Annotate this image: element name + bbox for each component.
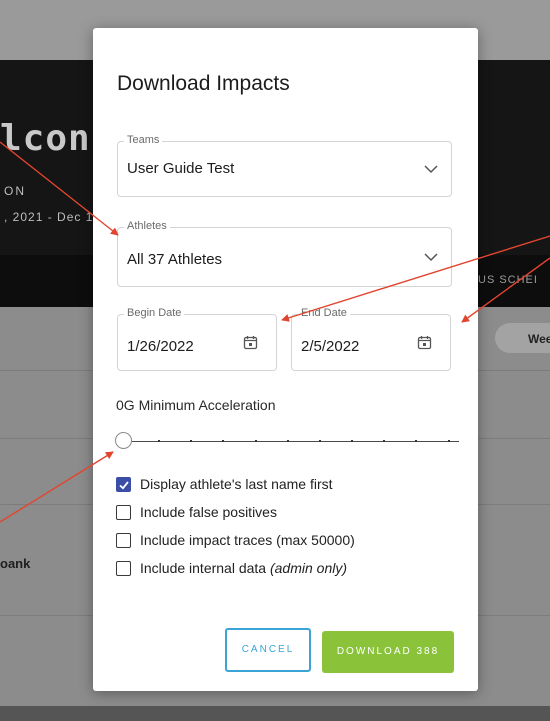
chevron-down-icon	[424, 165, 438, 174]
admin-only-note: (admin only)	[269, 560, 348, 576]
checkbox[interactable]	[116, 477, 131, 492]
background-subtitle: ON	[4, 184, 26, 198]
checkbox[interactable]	[116, 561, 131, 576]
chevron-down-icon	[424, 253, 438, 262]
background-week-label: Wee	[528, 332, 550, 346]
end-date-value: 2/5/2022	[301, 338, 360, 355]
slider-tick	[383, 440, 385, 442]
checkbox[interactable]	[116, 505, 131, 520]
slider-tick	[158, 440, 160, 442]
min-acceleration-label: 0G Minimum Acceleration	[116, 397, 276, 413]
checkbox[interactable]	[116, 533, 131, 548]
teams-label: Teams	[124, 134, 163, 146]
background-bottom-bar	[0, 706, 550, 721]
athletes-select[interactable]: Athletes All 37 Athletes	[117, 220, 452, 287]
dialog-title: Download Impacts	[117, 72, 290, 95]
min-acceleration-slider[interactable]	[115, 430, 459, 454]
background-nav-text: US SCHEI	[478, 274, 538, 286]
slider-tick	[415, 440, 417, 442]
teams-value: User Guide Test	[127, 160, 235, 177]
cancel-button[interactable]: CANCEL	[225, 628, 311, 672]
checkmark-icon	[118, 480, 129, 490]
checkbox-label: Include impact traces (max 50000)	[140, 532, 355, 548]
slider-tick	[222, 440, 224, 442]
begin-date-value: 1/26/2022	[127, 338, 194, 355]
background-dates: , 2021 - Dec 1	[4, 210, 94, 224]
calendar-icon[interactable]	[417, 335, 432, 350]
begin-date-field[interactable]: Begin Date 1/26/2022	[117, 307, 277, 371]
slider-tick	[255, 440, 257, 442]
slider-track	[125, 441, 459, 442]
checkbox-label-text: Include internal data	[140, 560, 267, 576]
teams-select[interactable]: Teams User Guide Test	[117, 134, 452, 197]
slider-tick	[319, 440, 321, 442]
slider-tick	[190, 440, 192, 442]
begin-date-label: Begin Date	[124, 307, 185, 319]
checkbox-label: Include false positives	[140, 504, 277, 520]
slider-tick	[351, 440, 353, 442]
athletes-value: All 37 Athletes	[127, 251, 223, 268]
slider-tick	[448, 440, 450, 442]
checkbox-label: Display athlete's last name first	[140, 476, 333, 492]
slider-tick	[287, 440, 289, 442]
end-date-field[interactable]: End Date 2/5/2022	[291, 307, 451, 371]
calendar-icon[interactable]	[243, 335, 258, 350]
athletes-label: Athletes	[124, 220, 170, 232]
download-button[interactable]: DOWNLOAD 388	[322, 631, 454, 673]
checkbox-label: Include internal data (admin only)	[140, 560, 347, 576]
end-date-label: End Date	[298, 307, 350, 319]
slider-thumb[interactable]	[115, 432, 132, 449]
download-impacts-dialog: Download Impacts Teams User Guide Test A…	[93, 28, 478, 691]
background-row-label: oank	[0, 556, 31, 571]
